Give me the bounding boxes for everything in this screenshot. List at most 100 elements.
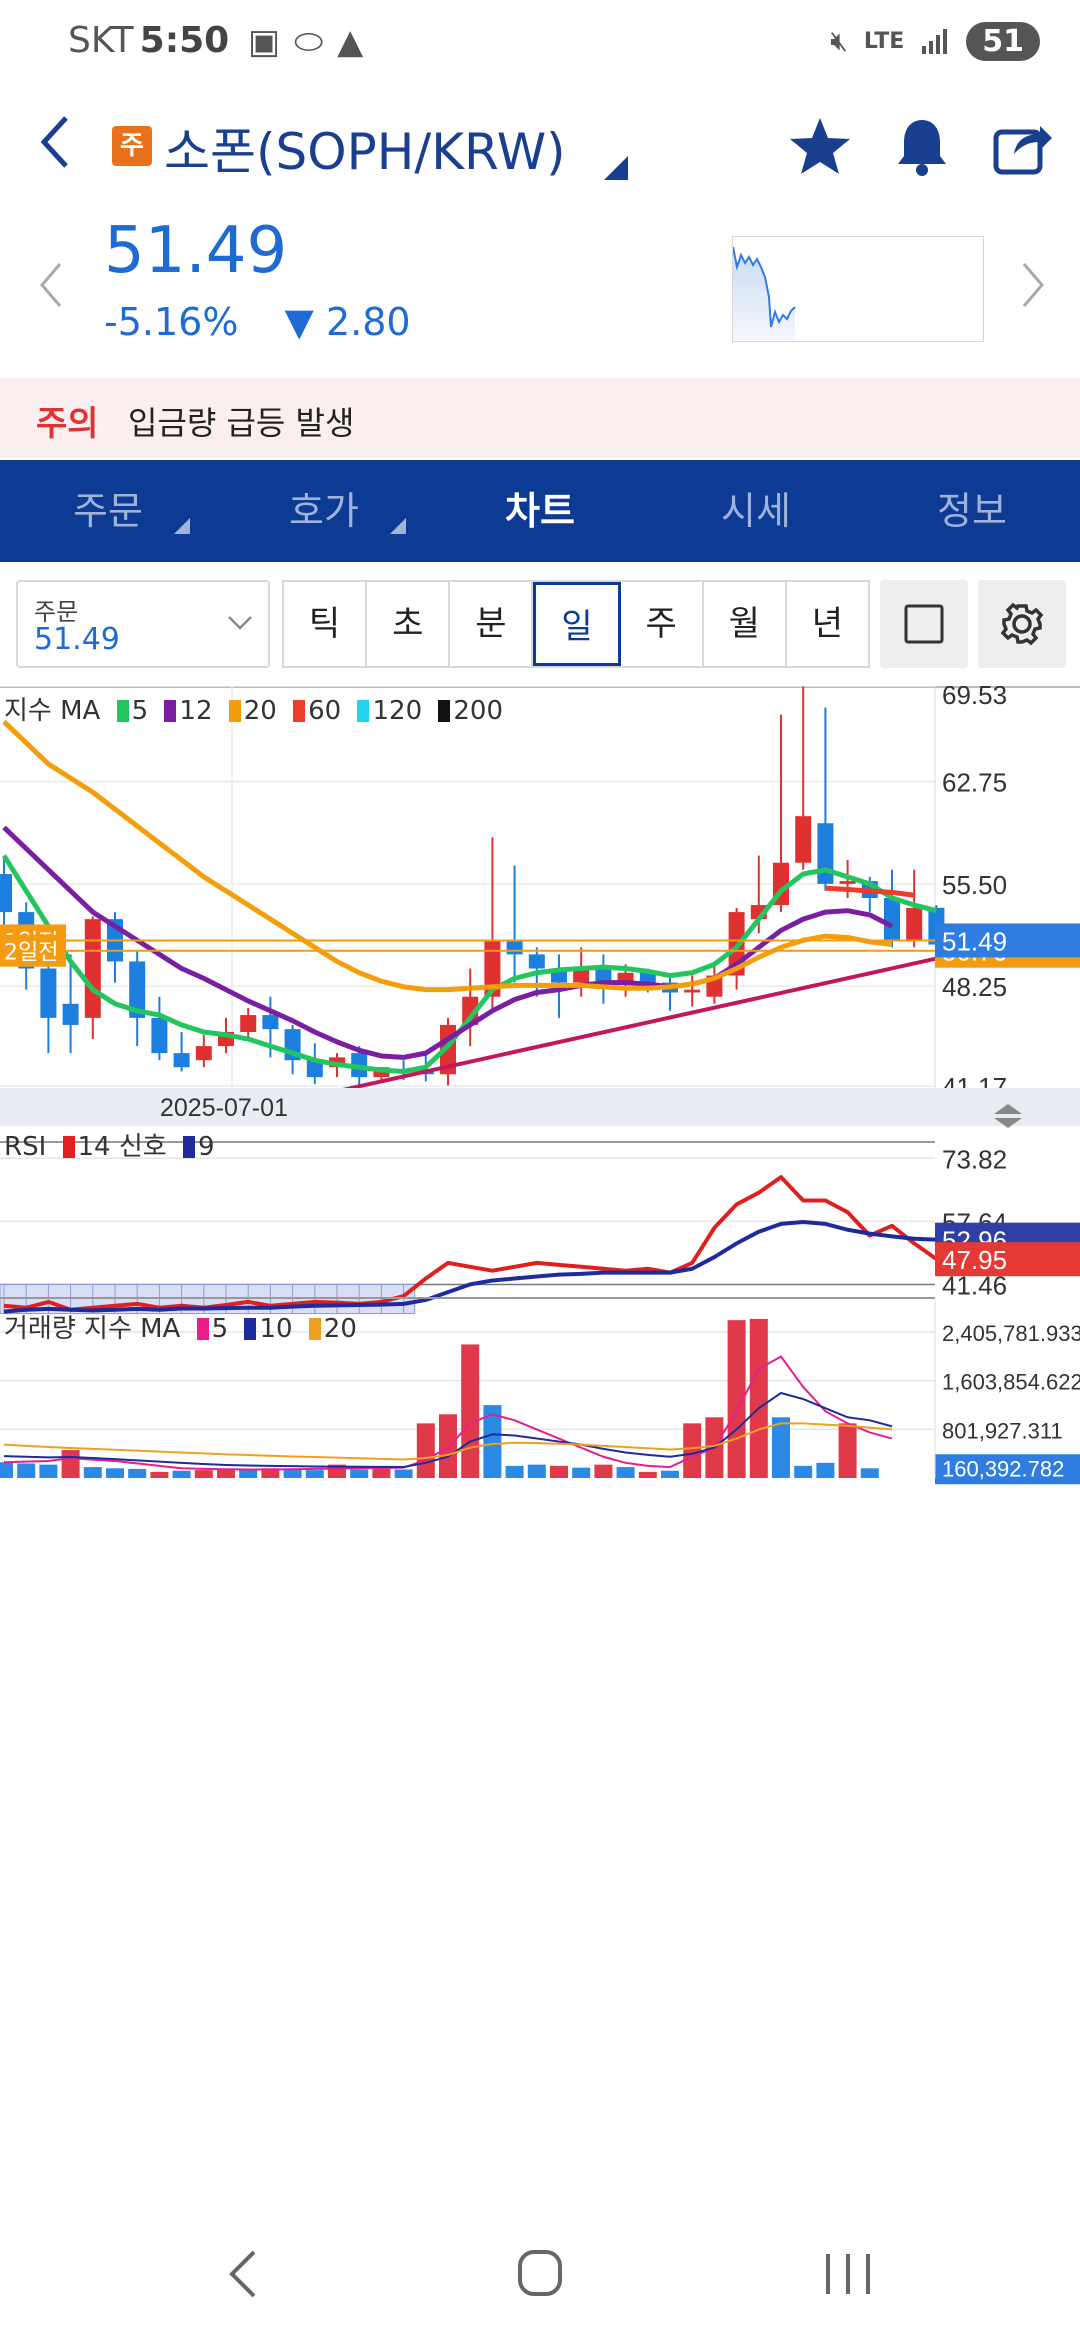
chart-area[interactable]: 69.5362.7555.5048.2541.171일전2일전50.7651.4… (0, 686, 1080, 2206)
vol-ma5-label: 5 (211, 1314, 229, 1344)
ma5-label: 5 (131, 696, 149, 726)
tab-market[interactable]: 시세 (648, 460, 864, 562)
volume-y-tick: 1,603,854.622 (942, 1370, 1080, 1395)
candle (506, 940, 523, 955)
volume-y-tick: 2,405,781.933 (942, 1321, 1080, 1346)
volume-bar (172, 1470, 191, 1478)
settings-button[interactable] (978, 580, 1066, 668)
candle (884, 897, 900, 941)
tab-orderbook[interactable]: 호가 (216, 460, 432, 562)
ma-legend[interactable]: 지수 MA 5 12 20 60 120 200 (4, 690, 503, 727)
candle (0, 874, 12, 913)
submenu-icon (174, 518, 190, 534)
candle (84, 919, 101, 1018)
notice-banner[interactable]: 주의 입금량 급등 발생 (0, 378, 1080, 458)
rsi-label: 14 신호 (77, 1132, 167, 1162)
volume-bar (372, 1468, 391, 1478)
tab-info-label: 정보 (937, 489, 1007, 533)
volume-bar (572, 1467, 591, 1478)
status-bar: SKT 5:50 ▣⬭▲ 🔇︎ LTE 51 (0, 0, 1080, 84)
bell-icon[interactable] (890, 114, 954, 178)
down-arrow-icon: ▼ (284, 300, 314, 344)
volume-bar (838, 1423, 857, 1478)
battery-icon: 51 (966, 21, 1040, 61)
tab-info[interactable]: 정보 (864, 460, 1080, 562)
carrier-label: SKT (68, 20, 134, 61)
order-dropdown-value: 51.49 (34, 622, 120, 657)
home-nav-icon[interactable] (500, 2242, 580, 2306)
order-dropdown[interactable]: 주문 51.49 (16, 580, 270, 668)
change-amount: 2.80 (325, 300, 411, 344)
chevron-down-icon (228, 616, 252, 630)
back-nav-icon[interactable] (204, 2242, 284, 2306)
mute-icon: 🔇︎ (830, 24, 848, 57)
star-icon[interactable] (788, 114, 852, 178)
volume-bar (83, 1467, 102, 1478)
volume-legend[interactable]: 거래량 지수 MA 5 10 20 (4, 1308, 357, 1345)
next-coin-icon[interactable] (1018, 260, 1048, 321)
period-month[interactable]: 월 (704, 582, 787, 666)
volume-bar (39, 1464, 58, 1478)
rsi-legend-title: RSI (4, 1132, 47, 1162)
sparkline-chart[interactable] (732, 236, 984, 342)
title-dropdown-icon[interactable] (604, 156, 628, 180)
change-percent: -5.16% (104, 300, 239, 344)
period-day[interactable]: 일 (533, 582, 621, 666)
volume-bar (505, 1465, 524, 1478)
ma60-label: 60 (308, 696, 342, 726)
main-y-tick: 69.53 (942, 686, 1007, 710)
volume-legend-title: 거래량 지수 MA (4, 1314, 181, 1344)
rsi-legend-row[interactable]: RSI 14 신호 9 (4, 1126, 215, 1163)
tab-market-label: 시세 (721, 489, 791, 533)
vol-ma10-label: 10 (259, 1314, 293, 1344)
candle (173, 1053, 190, 1068)
square-icon (904, 604, 944, 644)
chart-toolbar: 주문 51.49 틱 초 분 일 주 월 년 (0, 572, 1080, 672)
rsi-y-tick: 73.82 (942, 1144, 1007, 1174)
vol-ma10-swatch (244, 1318, 257, 1340)
signal-icon (922, 29, 948, 54)
volume-bar (106, 1468, 124, 1478)
current-price: 51.49 (104, 214, 288, 288)
candle (839, 881, 856, 884)
ma20-label: 20 (243, 696, 277, 726)
prev-coin-icon[interactable] (36, 260, 66, 321)
period-selector: 틱 초 분 일 주 월 년 (282, 580, 870, 668)
volume-bar (772, 1417, 790, 1478)
ma12-swatch (164, 700, 177, 722)
main-y-tick: 48.25 (942, 972, 1007, 1002)
tab-chart[interactable]: 차트 (432, 460, 648, 562)
date-axis-label: 2025-07-01 (160, 1094, 288, 1122)
volume-bar (416, 1423, 435, 1478)
share-icon[interactable] (990, 114, 1054, 178)
ma12-label: 12 (179, 696, 213, 726)
back-icon[interactable] (36, 112, 76, 186)
candle (40, 968, 57, 1018)
ma20-swatch (228, 700, 241, 722)
system-nav-bar (0, 2206, 1080, 2340)
tab-order-label: 주문 (73, 489, 143, 533)
candle (906, 907, 923, 941)
gear-icon (1000, 602, 1044, 646)
candle (817, 823, 834, 884)
fullscreen-button[interactable] (880, 580, 968, 668)
period-year[interactable]: 년 (787, 582, 868, 666)
prev-day-label: 2일전 (4, 941, 58, 966)
coin-title[interactable]: 소폰(SOPH/KRW) (164, 112, 566, 184)
ma5-swatch (116, 700, 129, 722)
status-carrier-time: SKT 5:50 (68, 20, 229, 61)
recents-nav-icon[interactable] (808, 2242, 888, 2306)
period-tick[interactable]: 틱 (284, 582, 368, 666)
volume-bar (683, 1423, 702, 1478)
volume-bar (61, 1450, 80, 1478)
period-minute[interactable]: 분 (450, 582, 534, 666)
submenu-icon (390, 518, 406, 534)
volume-bar (350, 1469, 369, 1478)
period-second[interactable]: 초 (367, 582, 451, 666)
vol-ma20-swatch (308, 1318, 321, 1340)
period-week[interactable]: 주 (621, 582, 704, 666)
ma60-swatch (293, 700, 306, 722)
notice-tag: 주의 (36, 404, 99, 444)
ma200-swatch (438, 700, 451, 722)
tab-order[interactable]: 주문 (0, 460, 216, 562)
